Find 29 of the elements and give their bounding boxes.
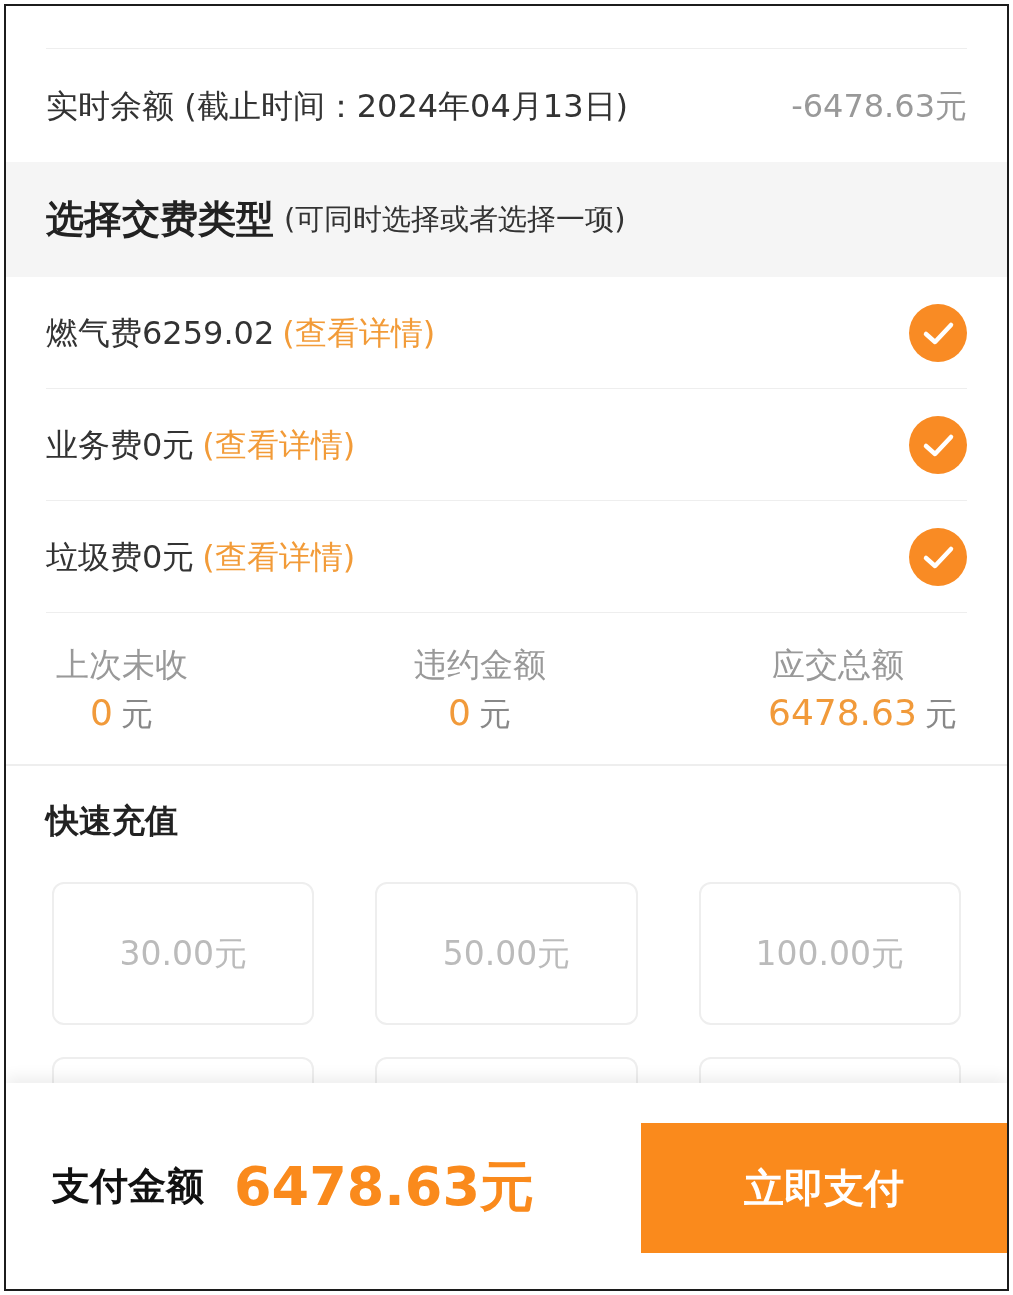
summary-label: 上次未收 bbox=[54, 645, 189, 685]
summary-unit: 元 bbox=[478, 694, 511, 735]
amount-option[interactable]: 100.00元 bbox=[698, 882, 961, 1025]
section-title: 选择交费类型 bbox=[46, 196, 274, 243]
summary-amount: 6478.63 bbox=[768, 691, 917, 735]
check-icon[interactable] bbox=[909, 415, 967, 474]
pay-now-button[interactable]: 立即支付 bbox=[641, 1123, 1007, 1253]
fee-label: 垃圾费0元 bbox=[46, 536, 195, 578]
summary-unit: 元 bbox=[924, 694, 957, 735]
summary-label: 违约金额 bbox=[412, 645, 547, 685]
balance-value: -6478.63元 bbox=[791, 85, 967, 127]
quick-recharge-title: 快速充值 bbox=[46, 801, 178, 840]
fee-label: 业务费0元 bbox=[46, 424, 195, 466]
amount-option[interactable]: 30.00元 bbox=[52, 882, 315, 1025]
summary-unit: 元 bbox=[120, 694, 153, 735]
balance-label: 实时余额 (截止时间：2024年04月13日) bbox=[46, 85, 628, 127]
view-details-link[interactable]: (查看详情) bbox=[202, 420, 356, 469]
view-details-link[interactable]: (查看详情) bbox=[282, 308, 436, 357]
check-icon[interactable] bbox=[909, 303, 967, 362]
view-details-link[interactable]: (查看详情) bbox=[202, 532, 356, 581]
check-icon[interactable] bbox=[909, 527, 967, 586]
summary-label: 应交总额 bbox=[770, 645, 905, 685]
summary-amount: 0 bbox=[448, 691, 471, 735]
fee-label: 燃气费6259.02 bbox=[46, 312, 275, 354]
payment-amount: 6478.63元 bbox=[234, 1153, 534, 1220]
section-hint: (可同时选择或者选择一项) bbox=[284, 200, 626, 238]
payment-label: 支付金额 bbox=[52, 1162, 204, 1210]
amount-option[interactable]: 50.00元 bbox=[375, 882, 638, 1025]
summary-amount: 0 bbox=[90, 691, 113, 735]
